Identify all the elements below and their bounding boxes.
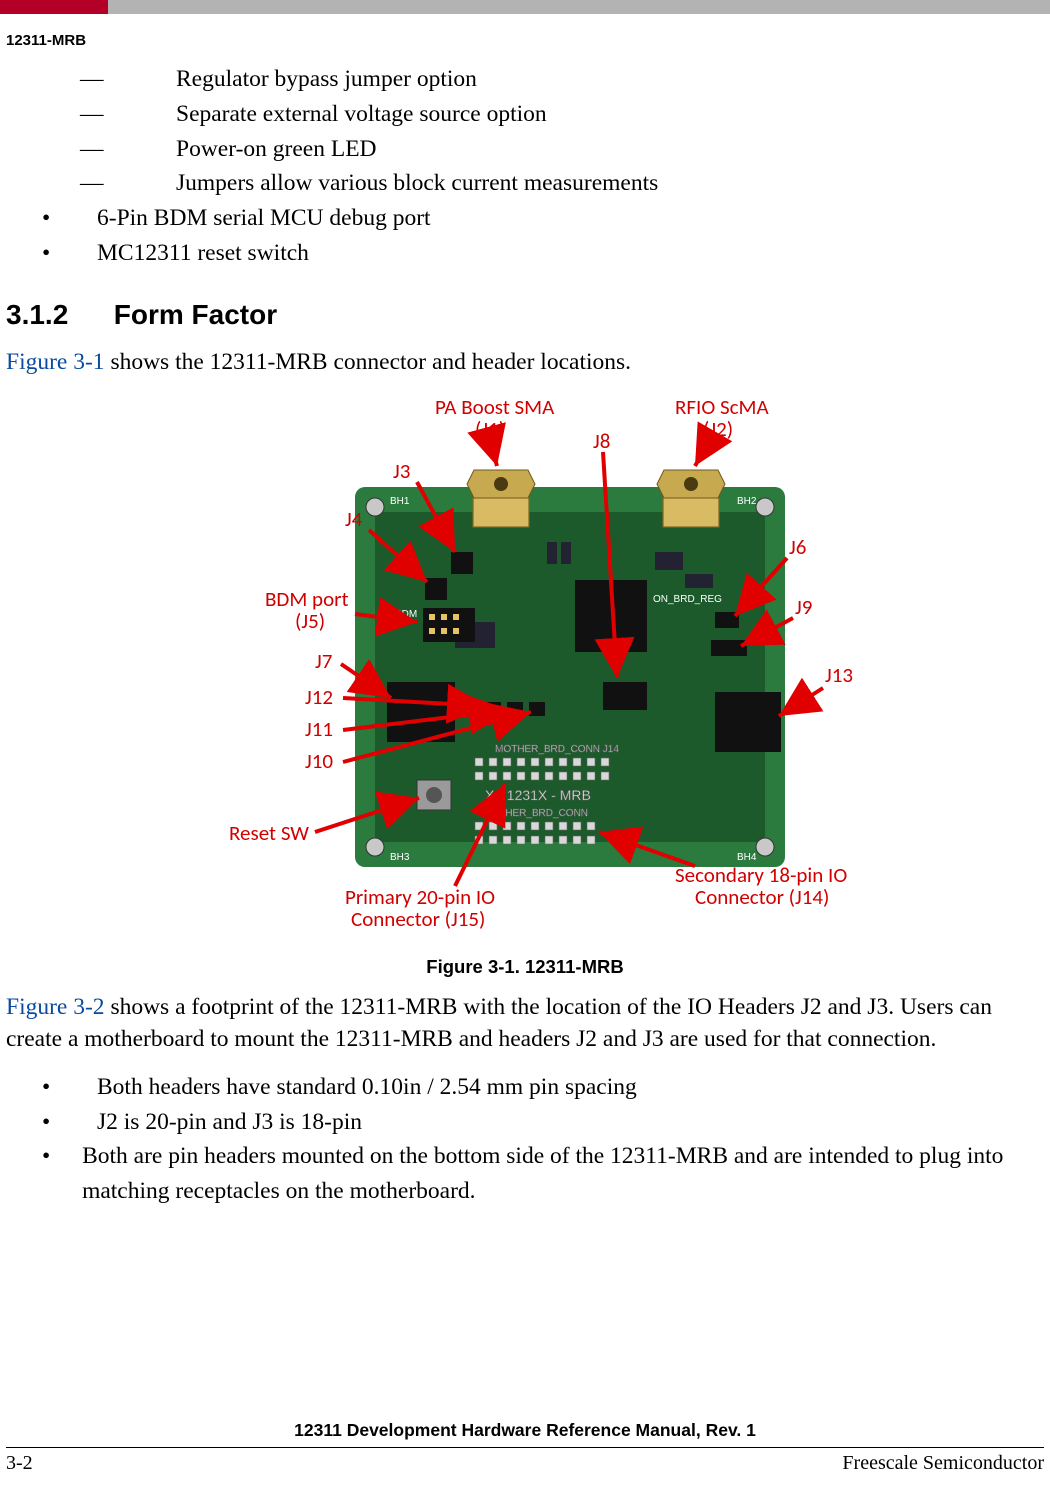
list-item: • Both are pin headers mounted on the bo… (6, 1139, 1044, 1209)
footer-company: Freescale Semiconductor (842, 1452, 1044, 1475)
list-item: — Jumpers allow various block current me… (6, 166, 1044, 201)
dash-mark: — (6, 62, 176, 97)
board-diagram: BH1 BH2 BH3 BH4 (155, 392, 895, 952)
figure-3-1: BH1 BH2 BH3 BH4 (6, 392, 1044, 978)
label-j13: J13 (825, 662, 853, 688)
page-number: 3-2 (6, 1452, 33, 1475)
svg-text:BH2: BH2 (737, 496, 757, 507)
paragraph: Figure 3-2 shows a footprint of the 1231… (6, 992, 1044, 1055)
footer-rule (6, 1447, 1044, 1448)
list-item: — Regulator bypass jumper option (6, 62, 1044, 97)
list-text: J2 is 20-pin and J3 is 18-pin (97, 1105, 362, 1140)
dash-list: — Regulator bypass jumper option — Separ… (6, 62, 1044, 201)
list-text: Regulator bypass jumper option (176, 62, 477, 97)
paragraph-text: shows a footprint of the 12311-MRB with … (6, 994, 992, 1052)
section-heading: 3.1.2 Form Factor (6, 299, 1044, 331)
top-bar-accent (0, 0, 108, 14)
svg-text:MOTHER_BRD_CONN: MOTHER_BRD_CONN (483, 808, 588, 819)
bullet-mark: • (6, 201, 97, 236)
label-reset: Reset SW (229, 820, 309, 846)
list-item: • Both headers have standard 0.10in / 2.… (6, 1070, 1044, 1105)
label-bdm-sub: (J5) (295, 608, 325, 634)
bullet-list-bottom: • Both headers have standard 0.10in / 2.… (6, 1070, 1044, 1209)
label-j8: J8 (593, 428, 610, 454)
doc-header: 12311-MRB (6, 32, 86, 49)
page-content: — Regulator bypass jumper option — Separ… (6, 62, 1044, 1209)
label-rfio-sub: (J2) (703, 416, 733, 442)
label-j9: J9 (795, 594, 812, 620)
list-text: Both are pin headers mounted on the bott… (82, 1139, 1044, 1209)
dash-mark: — (6, 132, 176, 167)
label-secondary-sub: Connector (J14) (695, 884, 829, 910)
label-pa-boost-sub: (J1) (475, 416, 505, 442)
list-text: Jumpers allow various block current meas… (176, 166, 658, 201)
label-j6: J6 (789, 534, 806, 560)
bullet-mark: • (6, 1070, 97, 1105)
figure-reference-link[interactable]: Figure 3-2 (6, 994, 105, 1020)
paragraph: Figure 3-1 shows the 12311-MRB connector… (6, 347, 1044, 379)
figure-reference-link[interactable]: Figure 3-1 (6, 349, 105, 375)
dash-mark: — (6, 166, 176, 201)
label-j11: J11 (305, 716, 333, 742)
list-item: • MC12311 reset switch (6, 236, 1044, 271)
bullet-mark: • (6, 236, 97, 271)
list-text: Power-on green LED (176, 132, 377, 167)
list-text: Both headers have standard 0.10in / 2.54… (97, 1070, 637, 1105)
figure-caption: Figure 3-1. 12311-MRB (6, 956, 1044, 978)
bullet-mark: • (6, 1105, 97, 1140)
section-title: Form Factor (114, 299, 277, 330)
list-text: Separate external voltage source option (176, 97, 547, 132)
label-j3: J3 (393, 458, 410, 484)
label-j12: J12 (305, 684, 333, 710)
paragraph-text: shows the 12311-MRB connector and header… (105, 349, 631, 375)
label-j7: J7 (315, 648, 332, 674)
top-bar (0, 0, 1050, 14)
svg-text:ON_BRD_REG: ON_BRD_REG (653, 594, 722, 605)
bullet-list-top: • 6-Pin BDM serial MCU debug port • MC12… (6, 201, 1044, 271)
footer-doc-title: 12311 Development Hardware Reference Man… (6, 1420, 1044, 1441)
list-text: 6-Pin BDM serial MCU debug port (97, 201, 431, 236)
sma-j1 (467, 470, 535, 527)
svg-text:BH3: BH3 (390, 852, 410, 863)
dash-mark: — (6, 97, 176, 132)
svg-text:MOTHER_BRD_CONN J14: MOTHER_BRD_CONN J14 (495, 744, 619, 755)
label-j4: J4 (345, 506, 363, 532)
pcb-board: BH1 BH2 BH3 BH4 (355, 470, 785, 867)
list-item: • J2 is 20-pin and J3 is 18-pin (6, 1105, 1044, 1140)
list-item: — Power-on green LED (6, 132, 1044, 167)
section-number: 3.1.2 (6, 299, 106, 331)
label-j10: J10 (305, 748, 333, 774)
sma-j2 (657, 470, 725, 527)
list-item: — Separate external voltage source optio… (6, 97, 1044, 132)
reset-switch-icon (417, 780, 451, 810)
list-text: MC12311 reset switch (97, 236, 309, 271)
list-item: • 6-Pin BDM serial MCU debug port (6, 201, 1044, 236)
bullet-mark: • (6, 1139, 82, 1209)
page-footer: 12311 Development Hardware Reference Man… (6, 1420, 1044, 1475)
label-primary-sub: Connector (J15) (351, 906, 485, 932)
svg-text:BH1: BH1 (390, 496, 410, 507)
